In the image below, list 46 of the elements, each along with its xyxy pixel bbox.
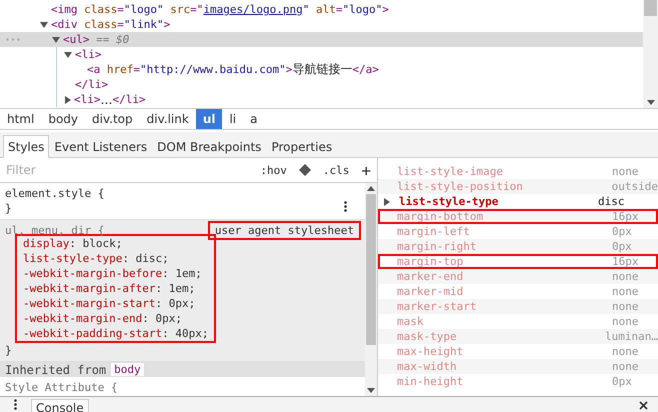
css-declaration: list-style-type: disc; <box>23 251 169 266</box>
diamond-icon[interactable] <box>298 164 311 176</box>
inherited-label: Inherited from <box>5 362 106 376</box>
breadcrumb[interactable]: a <box>243 109 264 129</box>
selector: element.style { <box>5 186 104 201</box>
breadcrumb[interactable]: html <box>0 109 42 129</box>
scrollbar[interactable] <box>643 0 658 108</box>
dom-node[interactable]: <li>…</li> <box>0 92 643 107</box>
breadcrumb[interactable]: ul <box>196 109 222 129</box>
more-icon[interactable] <box>14 399 17 410</box>
breadcrumb[interactable]: body <box>41 109 86 129</box>
breadcrumb[interactable]: div.top <box>85 109 140 129</box>
scrollbar[interactable] <box>365 183 377 396</box>
css-declaration: -webkit-margin-end: 0px; <box>23 311 182 326</box>
class-toggle[interactable]: .cls <box>322 164 350 176</box>
selector: ul, menu, dir { <box>5 223 104 238</box>
breadcrumb[interactable]: li <box>222 109 244 129</box>
css-declaration: -webkit-padding-start: 40px; <box>23 326 208 341</box>
add-rule-button[interactable]: + <box>361 160 371 180</box>
inherited-tag[interactable]: body <box>110 362 145 377</box>
css-declaration: -webkit-margin-after: 1em; <box>23 281 196 296</box>
css-declaration: -webkit-margin-start: 0px; <box>23 296 196 311</box>
more-dots-icon[interactable] <box>6 38 20 41</box>
tab[interactable]: Properties <box>266 135 338 158</box>
dom-node[interactable]: <li> <box>0 47 643 62</box>
css-declaration: display: block; <box>23 236 122 251</box>
tab[interactable]: Event Listeners <box>49 135 152 158</box>
dom-node[interactable]: </li> <box>0 77 643 92</box>
expanded-triangle-icon[interactable] <box>64 52 72 58</box>
brace: } <box>5 343 12 358</box>
drawer-tab[interactable]: Console <box>31 399 89 412</box>
dom-node[interactable]: <img class="logo" src="images/logo.png" alt="logo"> <box>0 2 643 17</box>
hover-state-toggle[interactable]: :hov <box>260 164 287 176</box>
more-icon[interactable] <box>344 201 347 212</box>
stylesheet-source: user agent stylesheet <box>208 221 361 240</box>
css-declaration: -webkit-margin-before: 1em; <box>23 266 202 281</box>
breadcrumb[interactable]: div.link <box>140 109 196 129</box>
tab[interactable]: Styles <box>3 135 50 158</box>
dom-node[interactable]: <a href="http://www.baidu.com">导航链接一</a> <box>0 62 643 77</box>
expanded-triangle-icon[interactable] <box>52 36 60 42</box>
dom-node[interactable]: <ul> == $0 <box>0 32 643 47</box>
brace: } <box>5 201 12 216</box>
collapsed-triangle-icon[interactable] <box>65 96 71 104</box>
tab[interactable]: DOM Breakpoints <box>152 135 266 158</box>
selector: Style Attribute { <box>5 380 118 395</box>
close-icon[interactable] <box>639 401 648 410</box>
